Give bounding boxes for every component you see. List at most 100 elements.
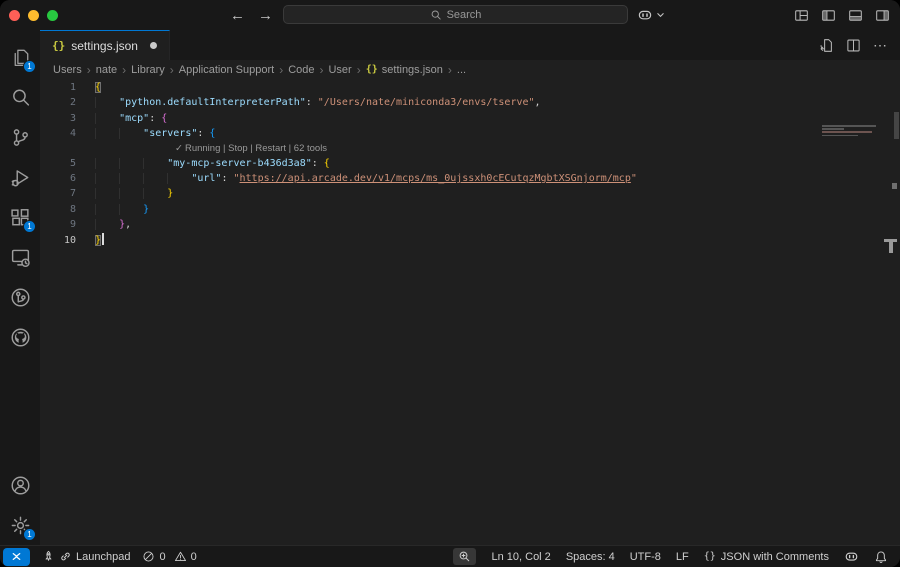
breadcrumb-item-settings-json[interactable]: {}settings.json xyxy=(366,64,443,76)
breadcrumb-item-library[interactable]: Library xyxy=(131,64,165,76)
line-number: 3 xyxy=(40,111,76,126)
breadcrumb-separator-icon: › xyxy=(279,63,283,77)
explorer-badge: 1 xyxy=(23,60,36,73)
line-number: 10 xyxy=(40,233,76,248)
codelens-restart[interactable]: Restart xyxy=(255,143,286,154)
activity-source-control[interactable] xyxy=(0,117,40,157)
line-number: 1 xyxy=(40,80,76,95)
code-line-8[interactable]: 8 } xyxy=(40,202,900,217)
run-debug-icon xyxy=(10,167,31,188)
activity-remote-explorer[interactable] xyxy=(0,237,40,277)
github-icon xyxy=(10,327,31,348)
code-lines: 1{2 "python.defaultInterpreterPath": "/U… xyxy=(40,80,900,248)
code-line-6[interactable]: 6 "url": "https://api.arcade.dev/v1/mcps… xyxy=(40,171,900,186)
code-line-10[interactable]: 10} xyxy=(40,233,900,248)
eol-button[interactable]: LF xyxy=(676,551,689,563)
toggle-secondary-sidebar-button[interactable] xyxy=(875,8,890,23)
more-actions-button[interactable]: ⋯ xyxy=(873,37,888,54)
codelens-stop[interactable]: Stop xyxy=(228,143,248,154)
overview-ruler-mark xyxy=(889,242,893,253)
activity-extensions[interactable]: 1 xyxy=(0,197,40,237)
breadcrumb-item-application-support[interactable]: Application Support xyxy=(179,64,274,76)
remote-window-button[interactable] xyxy=(3,548,30,566)
notifications-bell-button[interactable] xyxy=(874,550,888,564)
modified-indicator-icon[interactable] xyxy=(150,42,157,49)
scrollbar-thumb[interactable] xyxy=(894,112,899,139)
breadcrumb-separator-icon: › xyxy=(319,63,323,77)
breadcrumb-separator-icon: › xyxy=(448,63,452,77)
launchpad-button[interactable]: Launchpad xyxy=(42,550,130,563)
titlebar: ← → Search xyxy=(0,0,900,30)
toggle-panel-button[interactable] xyxy=(848,8,863,23)
editor-actions: ⋯ xyxy=(819,30,900,60)
breadcrumb-separator-icon: › xyxy=(357,63,361,77)
nav-back-icon[interactable]: ← xyxy=(230,7,245,24)
breadcrumb-item-nate[interactable]: nate xyxy=(96,64,117,76)
line-number: 9 xyxy=(40,217,76,232)
code-line-1[interactable]: 1{ xyxy=(40,80,900,95)
codelens-separator: | xyxy=(286,143,294,154)
customize-layout-button[interactable] xyxy=(794,8,809,23)
warning-icon xyxy=(174,550,187,563)
json-file-icon: {} xyxy=(366,64,378,75)
minimap[interactable] xyxy=(822,125,884,138)
code-line-3[interactable]: 3 "mcp": { xyxy=(40,111,900,126)
activity-explorer[interactable]: 1 xyxy=(0,37,40,77)
maximize-window-button[interactable] xyxy=(47,10,58,21)
copilot-menu-button[interactable] xyxy=(637,0,665,30)
language-mode-label: JSON with Comments xyxy=(721,551,829,563)
activity-run-debug[interactable] xyxy=(0,157,40,197)
status-bar-right: Ln 10, Col 2 Spaces: 4 UTF-8 LF {} JSON … xyxy=(453,548,900,565)
line-number: 6 xyxy=(40,171,76,186)
encoding-button[interactable]: UTF-8 xyxy=(630,551,661,563)
code-line-7[interactable]: 7 } xyxy=(40,186,900,201)
history-navigation: ← → xyxy=(230,0,273,30)
breadcrumb-separator-icon: › xyxy=(87,63,91,77)
json-file-icon: {} xyxy=(52,39,65,52)
breadcrumb-item-users[interactable]: Users xyxy=(53,64,82,76)
zoom-status-button[interactable] xyxy=(453,548,476,565)
indentation-button[interactable]: Spaces: 4 xyxy=(566,551,615,563)
command-center-search[interactable]: Search xyxy=(283,5,628,24)
breadcrumb-item--[interactable]: ... xyxy=(457,64,466,76)
codelens: ✓Running | Stop | Restart | 62 tools xyxy=(40,142,900,156)
tab-bar: {} settings.json ⋯ xyxy=(40,30,900,60)
code-line-5[interactable]: 5 "my-mcp-server-b436d3a8": { xyxy=(40,156,900,171)
nav-forward-icon[interactable]: → xyxy=(258,7,273,24)
activity-accounts[interactable] xyxy=(0,465,40,505)
search-icon xyxy=(430,9,442,21)
language-mode-button[interactable]: {} JSON with Comments xyxy=(704,551,829,563)
code-line-2[interactable]: 2 "python.defaultInterpreterPath": "/Use… xyxy=(40,95,900,110)
vscode-window: ← → Search xyxy=(0,0,900,567)
activity-github[interactable] xyxy=(0,317,40,357)
problems-button[interactable]: 0 0 xyxy=(142,550,196,563)
activity-settings[interactable]: 1 xyxy=(0,505,40,545)
minimap-line xyxy=(822,125,876,127)
minimap-line xyxy=(822,128,844,130)
codelens-62-tools[interactable]: 62 tools xyxy=(294,143,327,154)
breadcrumb: Users › nate › Library › Application Support › C… xyxy=(40,60,900,79)
line-number: 4 xyxy=(40,126,76,141)
toggle-primary-sidebar-button[interactable] xyxy=(821,8,836,23)
minimize-window-button[interactable] xyxy=(28,10,39,21)
breadcrumb-item-user[interactable]: User xyxy=(328,64,351,76)
copilot-status-icon[interactable] xyxy=(844,549,859,564)
line-number: 2 xyxy=(40,95,76,110)
code-line-4[interactable]: 4 "servers": { xyxy=(40,126,900,141)
split-editor-button[interactable] xyxy=(846,38,861,53)
cursor-position-button[interactable]: Ln 10, Col 2 xyxy=(491,551,550,563)
activity-gitlens[interactable] xyxy=(0,277,40,317)
close-window-button[interactable] xyxy=(9,10,20,21)
chevron-down-icon xyxy=(656,11,665,19)
code-line-9[interactable]: 9 }, xyxy=(40,217,900,232)
breadcrumb-item-code[interactable]: Code xyxy=(288,64,314,76)
line-number: 8 xyxy=(40,202,76,217)
minimap-line xyxy=(822,131,872,133)
code-editor[interactable]: 1{2 "python.defaultInterpreterPath": "/U… xyxy=(40,79,900,545)
open-settings-ui-button[interactable] xyxy=(819,38,834,53)
window-controls xyxy=(9,0,58,30)
activity-search[interactable] xyxy=(0,77,40,117)
codelens-running[interactable]: Running xyxy=(185,143,220,154)
tab-settings-json[interactable]: {} settings.json xyxy=(40,30,170,60)
remote-icon xyxy=(10,550,23,563)
